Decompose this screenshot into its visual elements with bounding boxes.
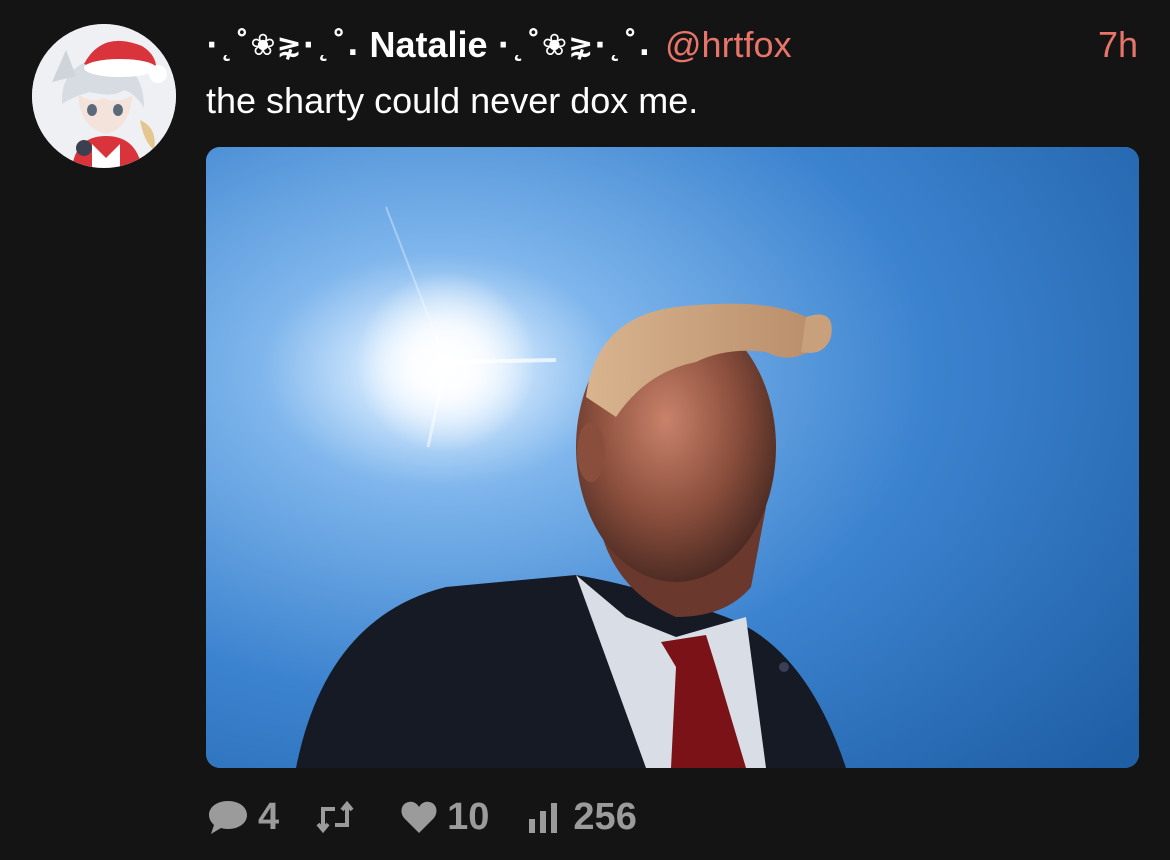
name-decoration-right: ·˛˚❀⋧·˛˚. (497, 27, 651, 63)
name-decoration-left: ·˛˚❀⋧·˛˚. (206, 27, 360, 63)
author-handle[interactable]: @hrtfox (665, 24, 792, 66)
avatar-image (32, 24, 176, 168)
action-bar: 4 10 256 (206, 794, 673, 840)
bar-chart-icon (529, 803, 558, 833)
heart-icon (401, 801, 437, 833)
avatar[interactable] (32, 24, 176, 168)
view-count: 256 (573, 795, 637, 838)
repost-icon (316, 800, 354, 834)
photo-man-against-sky (206, 147, 1139, 768)
speech-bubble-icon (209, 801, 247, 834)
reply-button[interactable]: 4 (206, 796, 279, 839)
post-text: the sharty could never dox me. (206, 80, 699, 121)
views-button[interactable]: 256 (525, 795, 637, 839)
repost-button[interactable] (315, 799, 363, 835)
author-name[interactable]: Natalie (369, 24, 487, 66)
like-count: 10 (447, 795, 490, 838)
post-header: ·˛˚❀⋧·˛˚. Natalie ·˛˚❀⋧·˛˚. @hrtfox 7h (206, 20, 1138, 70)
post-image[interactable] (206, 147, 1139, 768)
like-button[interactable]: 10 (399, 796, 489, 839)
reply-count: 4 (258, 795, 280, 838)
post-timestamp[interactable]: 7h (1098, 24, 1138, 66)
